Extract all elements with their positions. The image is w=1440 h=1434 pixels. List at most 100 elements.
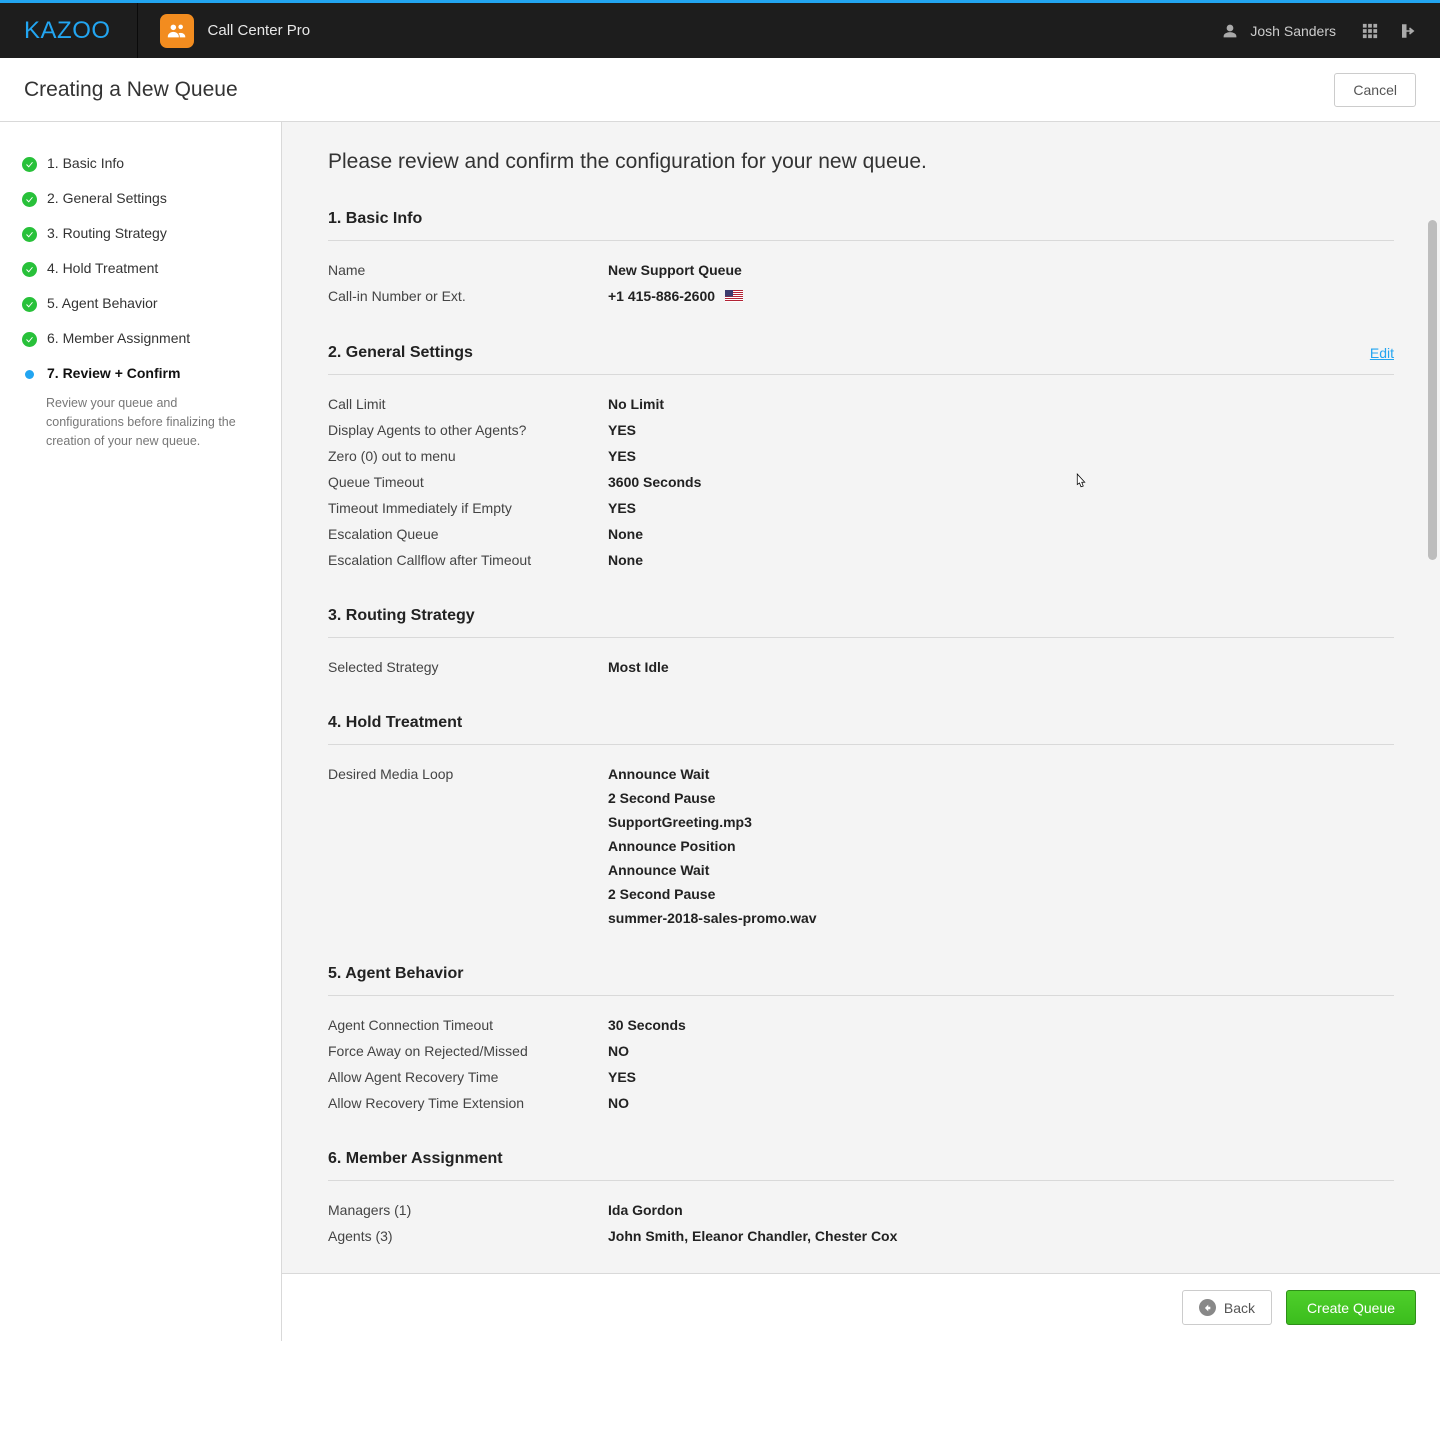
kv-row: Escalation Callflow after TimeoutNone bbox=[328, 547, 1394, 573]
header-divider bbox=[137, 3, 138, 58]
section-header-basic-info: 1. Basic Info bbox=[328, 200, 1394, 241]
back-button-label: Back bbox=[1224, 1300, 1255, 1316]
brand-logo[interactable]: KAZOO bbox=[24, 17, 111, 45]
review-heading: Please review and confirm the configurat… bbox=[328, 150, 1394, 174]
kv-label: Display Agents to other Agents? bbox=[328, 422, 608, 438]
kv-row: Call LimitNo Limit bbox=[328, 391, 1394, 417]
kv-row: Managers (1)Ida Gordon bbox=[328, 1197, 1394, 1223]
section-header-hold-treatment: 4. Hold Treatment bbox=[328, 704, 1394, 745]
section-title: 6. Member Assignment bbox=[328, 1150, 503, 1168]
kv-value: YES bbox=[608, 448, 636, 464]
media-loop-item: 2 Second Pause bbox=[608, 790, 817, 806]
sidebar-step[interactable]: 2. General Settings bbox=[22, 181, 265, 216]
app-name: Call Center Pro bbox=[208, 22, 311, 39]
kv-label: Call-in Number or Ext. bbox=[328, 288, 608, 305]
cancel-button[interactable]: Cancel bbox=[1334, 73, 1416, 107]
kv-value: 30 Seconds bbox=[608, 1017, 686, 1033]
section-header-agent-behavior: 5. Agent Behavior bbox=[328, 955, 1394, 996]
apps-grid-icon[interactable] bbox=[1360, 21, 1380, 41]
kv-label: Desired Media Loop bbox=[328, 766, 608, 782]
check-circle-icon bbox=[22, 262, 37, 277]
scrollbar-thumb[interactable] bbox=[1428, 220, 1437, 560]
step-label: 4. Hold Treatment bbox=[47, 260, 158, 276]
people-icon bbox=[166, 20, 188, 42]
section-title: 5. Agent Behavior bbox=[328, 965, 463, 983]
create-queue-button[interactable]: Create Queue bbox=[1286, 1290, 1416, 1325]
kv-value: YES bbox=[608, 422, 636, 438]
kv-label: Queue Timeout bbox=[328, 474, 608, 490]
current-step-dot-icon bbox=[25, 370, 34, 379]
step-label: 3. Routing Strategy bbox=[47, 225, 167, 241]
media-loop-item: summer-2018-sales-promo.wav bbox=[608, 910, 817, 926]
media-loop-item: SupportGreeting.mp3 bbox=[608, 814, 817, 830]
step-label: 6. Member Assignment bbox=[47, 330, 190, 346]
media-loop-item: Announce Wait bbox=[608, 862, 817, 878]
app-header: KAZOO Call Center Pro Josh Sanders bbox=[0, 3, 1440, 58]
check-circle-icon bbox=[22, 332, 37, 347]
sidebar-step[interactable]: 5. Agent Behavior bbox=[22, 286, 265, 321]
kv-row: Force Away on Rejected/MissedNO bbox=[328, 1038, 1394, 1064]
kv-label: Timeout Immediately if Empty bbox=[328, 500, 608, 516]
footer-bar: Back Create Queue bbox=[282, 1273, 1440, 1341]
edit-link-general-settings[interactable]: Edit bbox=[1370, 345, 1394, 361]
sidebar-step[interactable]: 7. Review + Confirm bbox=[22, 356, 265, 390]
sidebar-step[interactable]: 1. Basic Info bbox=[22, 146, 265, 181]
kv-value: No Limit bbox=[608, 396, 664, 412]
app-icon[interactable] bbox=[160, 14, 194, 48]
section-header-routing-strategy: 3. Routing Strategy bbox=[328, 597, 1394, 638]
kv-value: NO bbox=[608, 1095, 629, 1111]
kv-label: Agents (3) bbox=[328, 1228, 608, 1244]
kv-label: Call Limit bbox=[328, 396, 608, 412]
media-loop-item: Announce Position bbox=[608, 838, 817, 854]
kv-value: Most Idle bbox=[608, 659, 669, 675]
flag-us-icon bbox=[725, 289, 743, 305]
section-title: 1. Basic Info bbox=[328, 210, 422, 228]
kv-row: Display Agents to other Agents?YES bbox=[328, 417, 1394, 443]
kv-value: None bbox=[608, 526, 643, 542]
kv-label: Force Away on Rejected/Missed bbox=[328, 1043, 608, 1059]
kv-row: Name New Support Queue bbox=[328, 257, 1394, 283]
steps-sidebar: 1. Basic Info 2. General Settings 3. Routi… bbox=[0, 122, 282, 1341]
sidebar-step[interactable]: 4. Hold Treatment bbox=[22, 251, 265, 286]
step-label: 1. Basic Info bbox=[47, 155, 124, 171]
kv-row: Call-in Number or Ext. +1 415-886-2600 bbox=[328, 283, 1394, 310]
logout-icon[interactable] bbox=[1398, 21, 1418, 41]
kv-row: Allow Agent Recovery TimeYES bbox=[328, 1064, 1394, 1090]
kv-row: Escalation QueueNone bbox=[328, 521, 1394, 547]
section-title: 4. Hold Treatment bbox=[328, 714, 462, 732]
kv-label: Managers (1) bbox=[328, 1202, 608, 1218]
kv-label: Selected Strategy bbox=[328, 659, 608, 675]
section-body-hold-treatment: Desired Media Loop Announce Wait 2 Second… bbox=[328, 745, 1394, 955]
check-circle-icon bbox=[22, 192, 37, 207]
user-icon bbox=[1220, 21, 1240, 41]
kv-row: Timeout Immediately if EmptyYES bbox=[328, 495, 1394, 521]
kv-label: Escalation Queue bbox=[328, 526, 608, 542]
media-loop-list: Announce Wait 2 Second Pause SupportGreeti… bbox=[608, 766, 817, 926]
step-label: 5. Agent Behavior bbox=[47, 295, 158, 311]
user-name: Josh Sanders bbox=[1250, 23, 1336, 39]
kv-value: 3600 Seconds bbox=[608, 474, 701, 490]
kv-row: Selected StrategyMost Idle bbox=[328, 654, 1394, 680]
section-header-member-assignment: 6. Member Assignment bbox=[328, 1140, 1394, 1181]
sidebar-step[interactable]: 6. Member Assignment bbox=[22, 321, 265, 356]
section-header-general-settings: 2. General Settings Edit bbox=[328, 334, 1394, 375]
back-button[interactable]: Back bbox=[1182, 1290, 1272, 1325]
user-menu[interactable]: Josh Sanders bbox=[1220, 21, 1336, 41]
section-body-agent-behavior: Agent Connection Timeout30 SecondsForce … bbox=[328, 996, 1394, 1140]
kv-label: Zero (0) out to menu bbox=[328, 448, 608, 464]
kv-label: Allow Agent Recovery Time bbox=[328, 1069, 608, 1085]
kv-value: YES bbox=[608, 1069, 636, 1085]
kv-row: Agents (3)John Smith, Eleanor Chandler, … bbox=[328, 1223, 1394, 1249]
sidebar-step[interactable]: 3. Routing Strategy bbox=[22, 216, 265, 251]
kv-row: Agent Connection Timeout30 Seconds bbox=[328, 1012, 1394, 1038]
check-circle-icon bbox=[22, 297, 37, 312]
kv-label: Allow Recovery Time Extension bbox=[328, 1095, 608, 1111]
step-label: 2. General Settings bbox=[47, 190, 167, 206]
section-body-general-settings: Call LimitNo LimitDisplay Agents to othe… bbox=[328, 375, 1394, 597]
page-title: Creating a New Queue bbox=[24, 78, 238, 102]
kv-label: Agent Connection Timeout bbox=[328, 1017, 608, 1033]
phone-number: +1 415-886-2600 bbox=[608, 288, 715, 304]
kv-value: NO bbox=[608, 1043, 629, 1059]
kv-value: +1 415-886-2600 bbox=[608, 288, 743, 305]
section-title: 2. General Settings bbox=[328, 344, 473, 362]
